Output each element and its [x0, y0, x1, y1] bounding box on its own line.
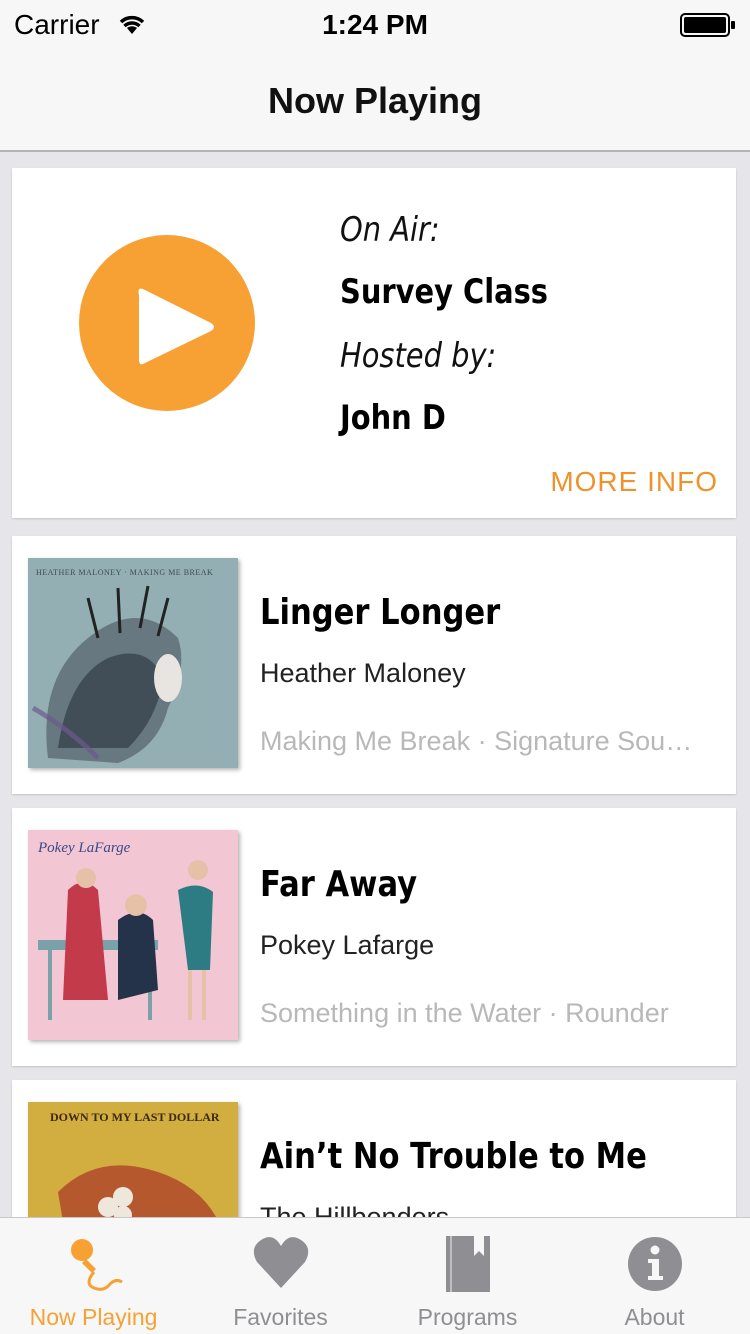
host-name: John D	[340, 398, 446, 438]
track-title: Ain’t No Trouble to Me	[260, 1136, 647, 1177]
tab-label: Favorites	[233, 1304, 328, 1330]
page-title: Now Playing	[267, 80, 483, 121]
track-card[interactable]: HEATHER MALONEY · MAKING ME BREAK Linger…	[12, 536, 736, 794]
track-artist: The Hillbenders	[260, 1202, 450, 1217]
play-icon	[138, 288, 214, 365]
tab-label: Programs	[417, 1304, 518, 1330]
track-title: Far Away	[260, 864, 418, 905]
tab-label: Now Playing	[29, 1304, 158, 1330]
track-card[interactable]: Pokey LaFarge Far Away Pokey Lafarge Som…	[12, 808, 736, 1066]
album-art-text: DOWN TO MY LAST DOLLAR	[50, 1110, 220, 1124]
tab-programs[interactable]: Programs	[374, 1218, 561, 1334]
more-info-link[interactable]: MORE INFO	[550, 466, 718, 498]
track-album-label: Making Me Break · Signature Sou…	[260, 726, 693, 756]
status-bar: Carrier 1:24 PM	[0, 0, 750, 50]
notebook-icon	[445, 1236, 490, 1292]
microphone-icon	[70, 1239, 123, 1291]
track-title: Linger Longer	[260, 592, 501, 633]
album-art-text: HEATHER MALONEY · MAKING ME BREAK	[36, 568, 214, 577]
info-icon	[627, 1237, 682, 1291]
tab-favorites[interactable]: Favorites	[187, 1218, 374, 1334]
track-artist: Pokey Lafarge	[260, 930, 435, 960]
hosted-by-label: Hosted by:	[340, 336, 497, 376]
album-art-text: Pokey LaFarge	[38, 840, 131, 856]
album-art: Pokey LaFarge	[28, 830, 238, 1040]
tab-about[interactable]: About	[561, 1218, 748, 1334]
tab-bar: Now Playing Favorites Programs About	[0, 1217, 750, 1334]
heart-icon	[253, 1237, 308, 1288]
track-card[interactable]: DOWN TO MY LAST DOLLAR Ain’t No Trouble …	[12, 1080, 736, 1217]
album-art: HEATHER MALONEY · MAKING ME BREAK	[28, 558, 238, 768]
status-time: 1:24 PM	[322, 9, 428, 40]
track-artist: Heather Maloney	[260, 658, 466, 688]
now-playing-feed[interactable]: On Air: Survey Class Hosted by: John D M…	[0, 154, 750, 1217]
tab-label: About	[624, 1304, 685, 1330]
battery-icon	[680, 13, 735, 37]
tab-now-playing[interactable]: Now Playing	[0, 1218, 187, 1334]
album-art: DOWN TO MY LAST DOLLAR	[28, 1102, 238, 1217]
program-name: Survey Class	[340, 272, 549, 312]
on-air-card: On Air: Survey Class Hosted by: John D M…	[12, 168, 736, 518]
navigation-bar: Now Playing	[0, 50, 750, 152]
track-album-label: Something in the Water · Rounder	[260, 998, 669, 1028]
on-air-label: On Air:	[340, 210, 440, 250]
play-button[interactable]	[79, 235, 255, 411]
